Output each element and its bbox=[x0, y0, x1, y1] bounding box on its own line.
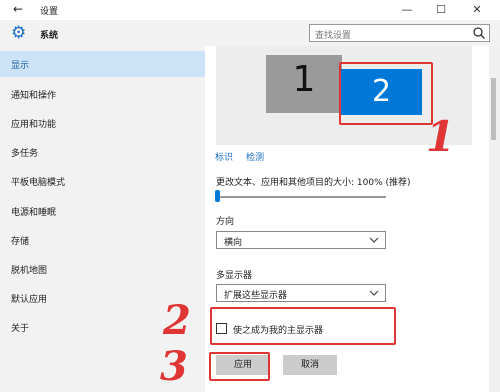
sidebar-item-label: 应用和功能 bbox=[11, 120, 57, 130]
annotation-box-monitor-2 bbox=[339, 62, 433, 125]
back-arrow-icon[interactable]: ← bbox=[13, 2, 23, 16]
page-title: 系统 bbox=[40, 31, 59, 41]
minimize-button[interactable]: — bbox=[392, 0, 422, 20]
title-bar: ← 设置 — ☐ ✕ bbox=[0, 0, 500, 20]
sidebar-item-label: 显示 bbox=[11, 61, 30, 71]
cancel-button[interactable]: 取消 bbox=[283, 355, 337, 375]
sidebar-item-apps[interactable]: 应用和功能 bbox=[0, 110, 205, 136]
annotation-number-3: 3 bbox=[160, 343, 188, 390]
sidebar-item-label: 多任务 bbox=[11, 149, 39, 159]
orientation-dropdown[interactable]: 横向 bbox=[216, 231, 386, 249]
identify-link[interactable]: 标识 bbox=[215, 150, 233, 163]
multi-display-dropdown[interactable]: 扩展这些显示器 bbox=[216, 284, 386, 302]
multi-display-value: 扩展这些显示器 bbox=[224, 291, 288, 301]
scale-slider-thumb[interactable] bbox=[215, 190, 220, 202]
sidebar-item-display[interactable]: 显示 bbox=[0, 51, 205, 77]
multi-display-label: 多显示器 bbox=[216, 271, 253, 281]
sidebar-item-power-sleep[interactable]: 电源和睡眠 bbox=[0, 198, 205, 224]
maximize-button[interactable]: ☐ bbox=[426, 0, 456, 20]
window-title: 设置 bbox=[40, 7, 59, 17]
annotation-number-1: 1 bbox=[426, 112, 456, 161]
sidebar-item-label: 存储 bbox=[11, 237, 30, 247]
search-icon[interactable] bbox=[472, 26, 486, 40]
scale-slider-track[interactable] bbox=[216, 196, 386, 198]
sidebar-item-multitasking[interactable]: 多任务 bbox=[0, 139, 205, 165]
annotation-number-2: 2 bbox=[163, 297, 191, 344]
scale-label: 更改文本、应用和其他项目的大小: 100% (推荐) bbox=[216, 178, 411, 188]
sidebar-item-notifications[interactable]: 通知和操作 bbox=[0, 81, 205, 107]
gear-icon: ⚙ bbox=[11, 23, 27, 43]
orientation-value: 横向 bbox=[224, 238, 243, 248]
search-input[interactable]: 查找设置 bbox=[309, 24, 490, 42]
sidebar-item-storage[interactable]: 存储 bbox=[0, 227, 205, 253]
sidebar-item-offline-maps[interactable]: 脱机地图 bbox=[0, 256, 205, 282]
sidebar-item-label: 平板电脑模式 bbox=[11, 178, 66, 188]
sidebar-item-tablet-mode[interactable]: 平板电脑模式 bbox=[0, 168, 205, 194]
sidebar-item-label: 通知和操作 bbox=[11, 91, 57, 101]
settings-header: ⚙ 系统 查找设置 bbox=[0, 20, 500, 46]
search-placeholder: 查找设置 bbox=[315, 31, 352, 41]
sidebar-item-label: 关于 bbox=[11, 324, 30, 334]
sidebar-item-label: 默认应用 bbox=[11, 295, 48, 305]
chevron-down-icon bbox=[369, 237, 379, 243]
scrollbar-thumb[interactable] bbox=[491, 78, 496, 140]
sidebar-item-label: 电源和睡眠 bbox=[11, 208, 57, 218]
monitor-1-number: 1 bbox=[292, 59, 316, 100]
monitor-1[interactable]: 1 bbox=[266, 55, 342, 113]
chevron-down-icon bbox=[369, 290, 379, 296]
detect-link[interactable]: 检测 bbox=[246, 150, 264, 163]
orientation-label: 方向 bbox=[216, 217, 235, 227]
annotation-box-apply bbox=[209, 352, 270, 381]
close-button[interactable]: ✕ bbox=[462, 0, 492, 20]
sidebar-item-label: 脱机地图 bbox=[11, 266, 48, 276]
annotation-box-checkbox bbox=[210, 307, 396, 345]
